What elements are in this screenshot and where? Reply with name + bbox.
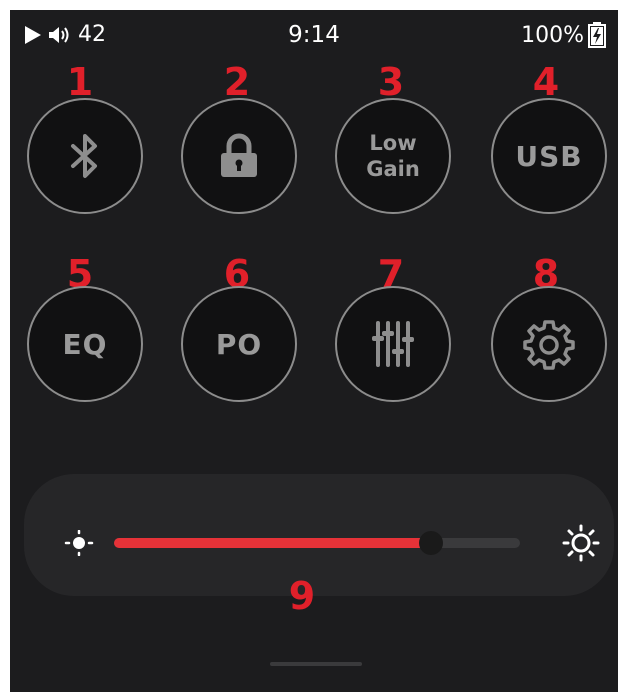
battery-charging-icon bbox=[588, 22, 606, 48]
po-button[interactable]: PO bbox=[181, 286, 297, 402]
device-screen: 42 9:14 100% 1 2 3 4 Low Gain USB 5 6 7 … bbox=[10, 10, 618, 692]
settings-button[interactable] bbox=[491, 286, 607, 402]
gear-icon bbox=[523, 320, 575, 370]
eq-label: EQ bbox=[62, 327, 108, 361]
brightness-high-icon bbox=[562, 524, 600, 562]
status-right: 100% bbox=[521, 22, 606, 48]
home-handle[interactable] bbox=[270, 662, 362, 666]
annotation-9: 9 bbox=[288, 574, 316, 618]
eq-button[interactable]: EQ bbox=[27, 286, 143, 402]
usb-label: USB bbox=[515, 139, 583, 173]
low-gain-label: Low Gain bbox=[366, 131, 420, 181]
lock-icon bbox=[221, 133, 257, 177]
brightness-low-icon bbox=[64, 530, 94, 556]
brightness-slider[interactable] bbox=[114, 531, 520, 555]
bluetooth-icon bbox=[71, 134, 97, 178]
lock-button[interactable] bbox=[181, 98, 297, 214]
brightness-fill bbox=[114, 538, 431, 548]
usb-button[interactable]: USB bbox=[491, 98, 607, 214]
bluetooth-button[interactable] bbox=[27, 98, 143, 214]
low-gain-button[interactable]: Low Gain bbox=[335, 98, 451, 214]
status-bar: 42 9:14 100% bbox=[10, 10, 618, 60]
po-label: PO bbox=[215, 327, 263, 361]
mixer-button[interactable] bbox=[335, 286, 451, 402]
sliders-icon bbox=[372, 321, 414, 367]
brightness-knob[interactable] bbox=[418, 531, 443, 555]
battery-percent: 100% bbox=[521, 22, 584, 48]
